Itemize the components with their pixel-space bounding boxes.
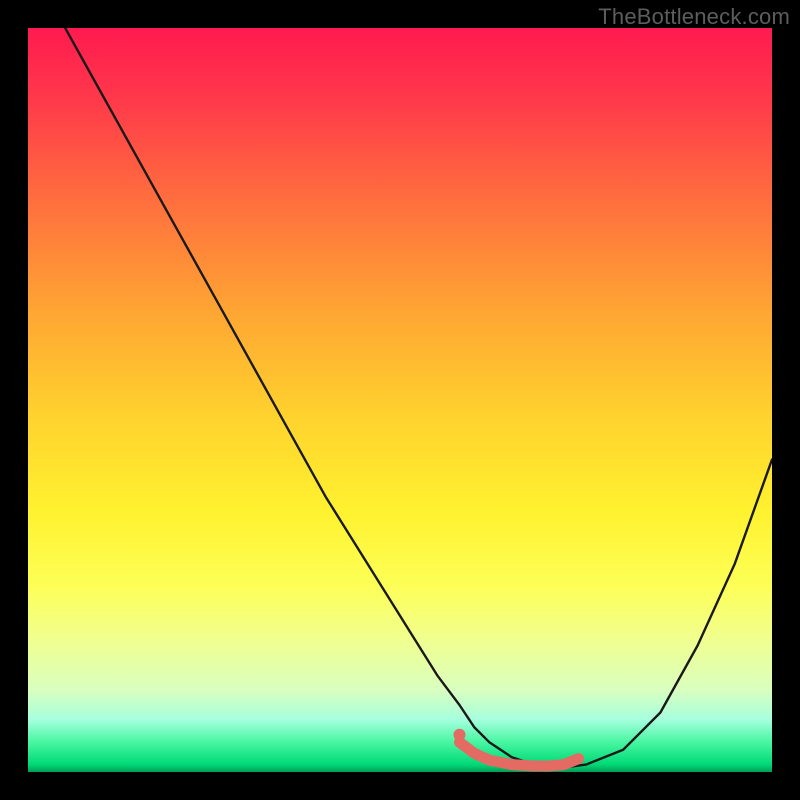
optimal-range-highlight [460, 742, 579, 766]
bottleneck-curve-path [65, 28, 772, 768]
chart-plot-area [28, 28, 772, 772]
bottleneck-chart-svg [28, 28, 772, 772]
current-point-marker [454, 729, 466, 741]
watermark-text: TheBottleneck.com [598, 4, 790, 30]
